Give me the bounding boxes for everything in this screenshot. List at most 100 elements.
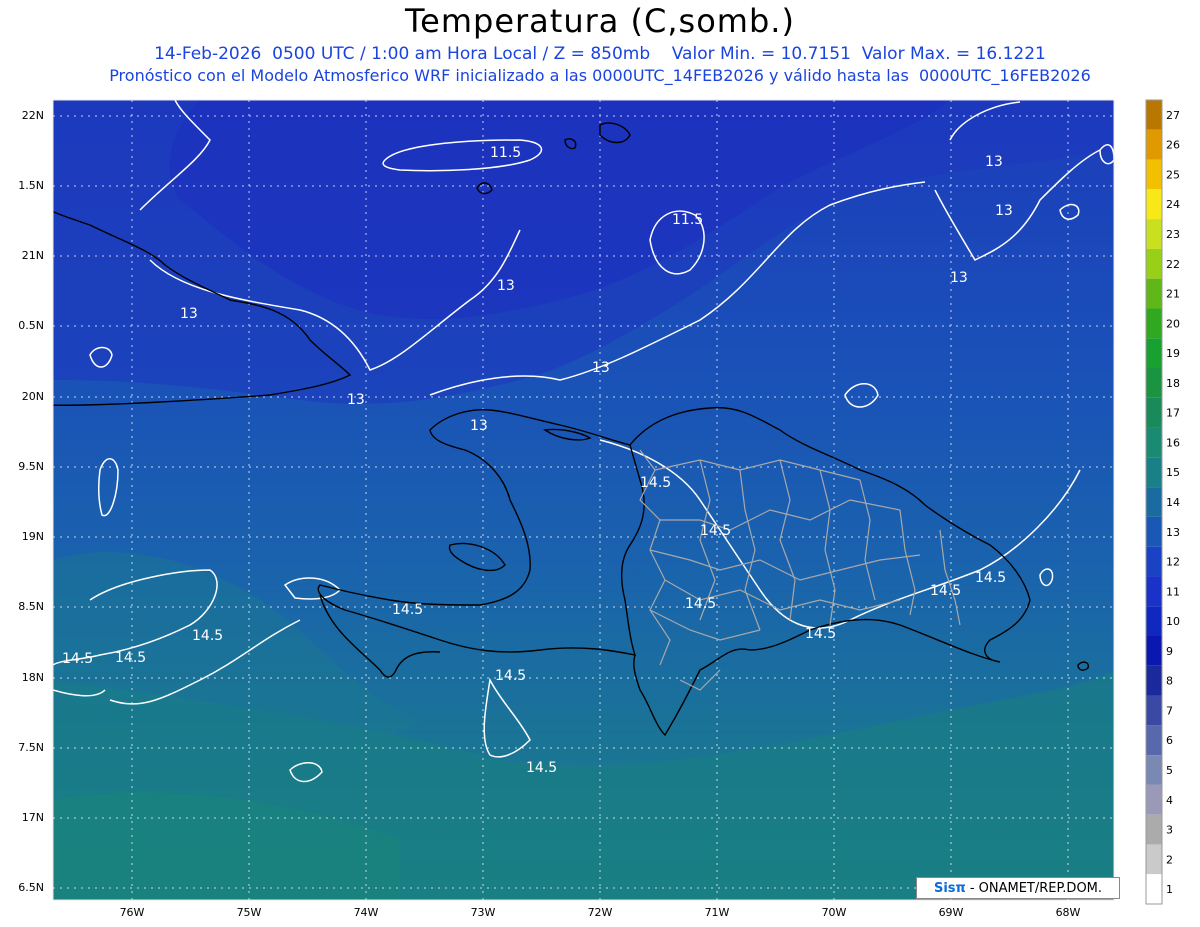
colorbar-swatch [1146,338,1162,368]
colorbar-label: 18 [1166,377,1180,390]
colorbar-label: 2 [1166,853,1173,866]
colorbar-swatch [1146,814,1162,845]
colorbar-label: 19 [1166,347,1180,360]
colorbar-swatch [1146,695,1162,726]
colorbar-label: 20 [1166,317,1180,330]
contour-value-label: 14.5 [640,475,671,491]
colorbar-label: 21 [1166,288,1180,301]
lon-label: 73W [470,906,496,919]
lat-label: 19N [21,530,44,543]
colorbar-swatch [1146,129,1162,160]
contour-value-label: 13 [470,418,488,434]
colorbar-swatch [1146,159,1162,190]
colorbar-label: 13 [1166,526,1180,539]
lon-label: 74W [353,906,379,919]
colorbar-label: 17 [1166,407,1180,420]
lat-label: 17N [21,811,44,824]
contour-value-label: 13 [347,392,365,408]
colorbar-label: 11 [1166,585,1180,598]
contour-value-label: 13 [995,203,1013,219]
colorbar-swatch [1146,487,1162,517]
colorbar-swatch [1146,516,1162,547]
credit-box: Sisπ - ONAMET/REP.DOM. [916,877,1120,899]
contour-value-label: 11.5 [490,145,521,161]
colorbar-swatch [1146,546,1162,577]
colorbar-swatch [1146,755,1162,785]
lat-label: 20N [21,390,44,403]
colorbar-label: 4 [1166,794,1173,807]
colorbar-swatch [1146,606,1162,636]
contour-value-label: 14.5 [192,628,223,644]
colorbar-swatch [1146,248,1162,279]
colorbar-label: 9 [1166,645,1173,658]
lat-label: 22N [21,109,44,122]
contour-value-label: 13 [950,270,968,286]
credit-text: - ONAMET/REP.DOM. [969,880,1103,896]
colorbar-label: 6 [1166,734,1173,747]
contour-value-label: 14.5 [805,626,836,642]
colorbar-swatch [1146,636,1162,666]
colorbar-swatch [1146,457,1162,488]
colorbar-swatch [1146,874,1162,904]
colorbar-label: 12 [1166,556,1180,569]
contour-value-label: 14.5 [930,583,961,599]
contour-value-label: 14.5 [975,570,1006,586]
colorbar: 2726252423222120191817161514131211109876… [1145,99,1180,905]
colorbar-swatch [1146,189,1162,220]
colorbar-label: 27 [1166,109,1180,122]
lat-label: 1.5N [18,179,44,192]
lon-label: 72W [587,906,613,919]
lat-label: 7.5N [18,741,44,754]
lon-label: 71W [704,906,730,919]
colorbar-label: 16 [1166,436,1180,449]
colorbar-label: 7 [1166,704,1173,717]
contour-value-label: 13 [592,360,610,376]
colorbar-label: 14 [1166,496,1180,509]
colorbar-swatch [1146,784,1162,815]
lat-label: 6.5N [18,881,44,894]
lon-label: 68W [1055,906,1081,919]
contour-value-label: 14.5 [685,596,716,612]
colorbar-swatch [1146,368,1162,398]
contour-value-label: 13 [985,154,1003,170]
contour-value-label: 13 [497,278,515,294]
colorbar-label: 5 [1166,764,1173,777]
contour-value-label: 14.5 [495,668,526,684]
colorbar-label: 1 [1166,883,1173,896]
contour-value-label: 14.5 [62,651,93,667]
colorbar-swatch [1146,844,1162,875]
colorbar-label: 24 [1166,198,1180,211]
contour-value-label: 14.5 [392,602,423,618]
colorbar-swatch [1146,100,1162,130]
colorbar-label: 23 [1166,228,1180,241]
colorbar-swatch [1146,576,1162,607]
colorbar-swatch [1146,427,1162,458]
colorbar-label: 3 [1166,824,1173,837]
colorbar-label: 15 [1166,466,1180,479]
colorbar-swatch [1146,397,1162,428]
colorbar-label: 8 [1166,675,1173,688]
lon-label: 69W [938,906,964,919]
lon-label: 75W [236,906,262,919]
lat-label: 18N [21,671,44,684]
lat-label: 9.5N [18,460,44,473]
colorbar-swatch [1146,665,1162,696]
coast-jamaica-west [53,647,54,648]
colorbar-label: 10 [1166,615,1180,628]
colorbar-swatch [1146,308,1162,339]
contour-value-label: 14.5 [526,760,557,776]
colorbar-label: 25 [1166,168,1180,181]
lat-label: 0.5N [18,319,44,332]
contour-value-label: 14.5 [115,650,146,666]
contour-value-label: 13 [180,306,198,322]
lon-label: 76W [119,906,145,919]
lat-label: 8.5N [18,600,44,613]
colorbar-label: 22 [1166,258,1180,271]
contour-value-label: 11.5 [672,212,703,228]
lon-label: 70W [821,906,847,919]
colorbar-swatch [1146,278,1162,309]
lat-label: 21N [21,249,44,262]
contour-value-label: 14.5 [700,523,731,539]
colorbar-swatch [1146,725,1162,756]
colorbar-swatch [1146,219,1162,249]
